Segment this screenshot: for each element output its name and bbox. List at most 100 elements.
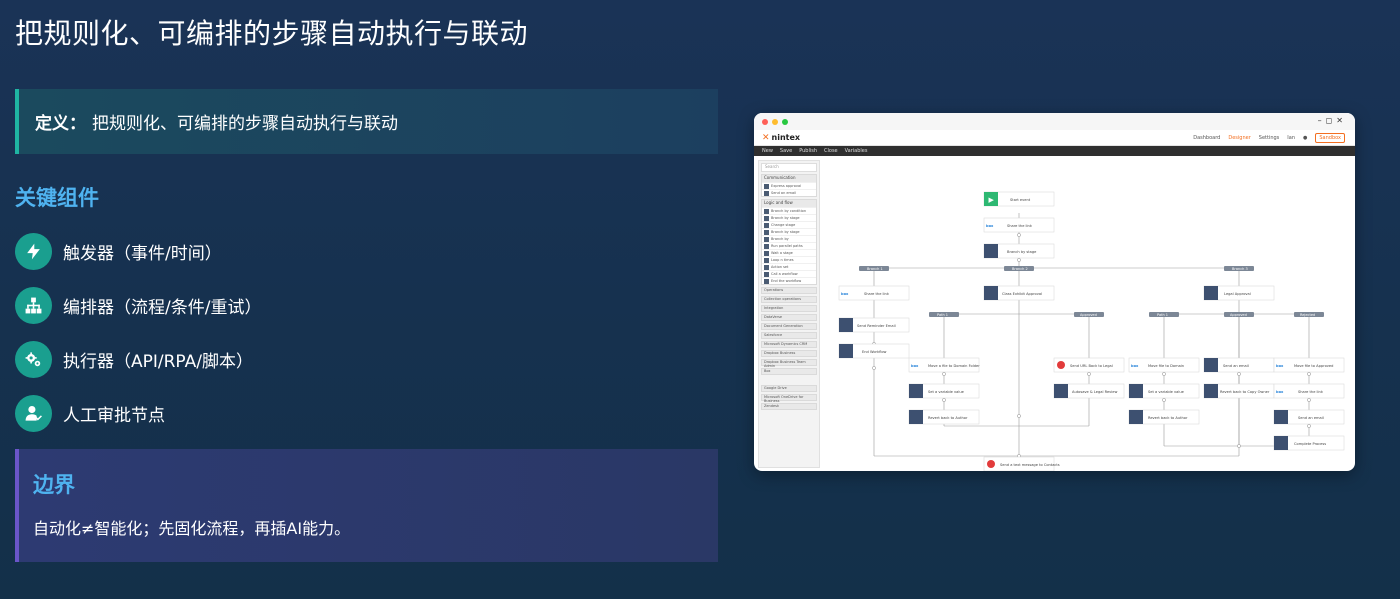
workflow-designer-window: –◻✕ ✕ nintex Dashboard Designer Settings … xyxy=(754,113,1355,471)
components-heading: 关键组件 xyxy=(15,186,99,210)
toolbox-category[interactable]: Document Generation xyxy=(761,323,817,330)
toolbox-category[interactable]: Dropbox Business xyxy=(761,350,817,357)
toolbox-category[interactable]: DataVerse xyxy=(761,314,817,321)
toolbox-action[interactable]: Action set xyxy=(762,263,816,270)
flow-node-label: Send a text message to Contacts xyxy=(1000,463,1060,467)
components-list: 触发器（事件/时间） 编排器（流程/条件/重试） 执行器（API/RPA/脚本）… xyxy=(15,224,261,440)
workflow-canvas[interactable]: Branch 1 Branch 2 Branch 3 Path 1 Approv… xyxy=(824,156,1355,471)
toolbox-group[interactable]: Logic and flow Branch by condition Branc… xyxy=(761,199,817,285)
component-item-executor: 执行器（API/RPA/脚本） xyxy=(15,332,261,386)
maximize-dot[interactable] xyxy=(782,118,788,125)
toolbox-action[interactable]: End the workflow xyxy=(762,277,816,284)
nav-settings[interactable]: Settings xyxy=(1259,135,1280,141)
boundary-text: 自动化≠智能化；先固化流程，再插AI能力。 xyxy=(33,519,351,538)
flow-node-label: Send Reminder Email xyxy=(857,324,896,328)
branch-badge: Branch 3 xyxy=(1232,267,1248,271)
close-dot[interactable] xyxy=(762,118,768,125)
flow-node-label: Revert back to Author xyxy=(928,416,968,420)
component-item-trigger: 触发器（事件/时间） xyxy=(15,224,261,278)
action-toolbox: Search Communication Express approval Se… xyxy=(758,160,820,468)
toolbar-variables[interactable]: Variables xyxy=(845,148,868,154)
component-item-approval: 人工审批节点 xyxy=(15,386,261,440)
flow-node-label: Move a file to Domain Folder xyxy=(928,364,980,368)
flow-node-label: Start event xyxy=(1010,198,1031,202)
toolbox-action[interactable]: Branch by xyxy=(762,235,816,242)
designer-body: Search Communication Express approval Se… xyxy=(754,156,1355,471)
sandbox-pill[interactable]: Sandbox xyxy=(1315,133,1345,143)
toolbox-search-input[interactable]: Search xyxy=(761,163,817,172)
toolbar-publish[interactable]: Publish xyxy=(799,148,817,154)
toolbox-action[interactable]: Run parallel paths xyxy=(762,242,816,249)
flow-node-label: Legal Approval xyxy=(1224,292,1251,296)
toolbox-group[interactable]: Communication Express approval Send an e… xyxy=(761,174,817,197)
play-icon: ▶ xyxy=(989,196,995,204)
user-check-icon xyxy=(15,394,52,432)
component-item-orchestrator: 编排器（流程/条件/重试） xyxy=(15,278,261,332)
definition-label: 定义： xyxy=(35,114,86,134)
app-logo: ✕ nintex xyxy=(762,132,801,143)
user-menu[interactable]: Ian xyxy=(1287,135,1295,141)
flow-node-label: Revert back to Author xyxy=(1148,416,1188,420)
box-icon: box xyxy=(841,292,849,296)
header-nav: Dashboard Designer Settings Ian ● Sandbo… xyxy=(1193,133,1345,143)
flow-node-label: Share the link xyxy=(1298,390,1324,394)
toolbox-group-header[interactable]: Communication xyxy=(762,175,816,182)
toolbox-group-header[interactable]: Logic and flow xyxy=(762,200,816,207)
toolbox-category[interactable]: Microsoft OneDrive for Business xyxy=(761,394,817,403)
nintex-logo-icon: ✕ xyxy=(762,132,770,143)
toolbox-category[interactable]: Zendesk xyxy=(761,403,817,410)
box-icon: box xyxy=(1276,390,1284,394)
branch-badge: Approved xyxy=(1230,313,1247,317)
toolbar-save[interactable]: Save xyxy=(780,148,792,154)
boundary-box: 边界 自动化≠智能化；先固化流程，再插AI能力。 xyxy=(15,449,718,562)
flow-node-label: Send URL Back to Legal xyxy=(1070,364,1113,368)
toolbox-category[interactable]: Microsoft Dynamics CRM xyxy=(761,341,817,348)
flow-node-label: Set a variable value xyxy=(928,390,965,394)
minimize-dot[interactable] xyxy=(772,118,778,125)
toolbox-category[interactable]: Operations xyxy=(761,287,817,294)
hierarchy-icon xyxy=(15,286,52,324)
toolbox-action[interactable]: Express approval xyxy=(762,182,816,189)
designer-toolbar: New Save Publish Close Variables xyxy=(754,146,1355,156)
branch-badge: Branch 1 xyxy=(867,267,883,271)
flow-node-label: End Workflow xyxy=(862,350,887,354)
toolbox-action[interactable]: Call a workflow xyxy=(762,270,816,277)
toolbox-action[interactable]: Change stage xyxy=(762,221,816,228)
toolbox-action[interactable]: Branch by stage xyxy=(762,228,816,235)
flow-node-label: Revert back to Copy Owner xyxy=(1220,390,1270,394)
flow-nodes[interactable]: ▶ Start event box Share the link Branch … xyxy=(838,191,1345,471)
nav-dashboard[interactable]: Dashboard xyxy=(1193,135,1220,141)
toolbox-action[interactable]: Branch by stage xyxy=(762,214,816,221)
branch-badge: Approved xyxy=(1080,313,1097,317)
toolbox-category[interactable]: Salesforce xyxy=(761,332,817,339)
toolbox-category[interactable]: Collection operations xyxy=(761,296,817,303)
flow-node-label: Share the link xyxy=(1007,224,1033,228)
window-controls[interactable]: –◻✕ xyxy=(1318,116,1347,125)
help-icon[interactable]: ● xyxy=(1303,135,1307,141)
flow-node-label: Send an email xyxy=(1223,364,1249,368)
component-label: 触发器（事件/时间） xyxy=(63,243,222,264)
toolbox-category[interactable]: Google Drive xyxy=(761,385,817,392)
window-titlebar: –◻✕ xyxy=(754,113,1355,130)
flow-node-label: Complete Process xyxy=(1294,442,1326,446)
toolbar-close[interactable]: Close xyxy=(824,148,838,154)
toolbox-action[interactable]: Branch by condition xyxy=(762,207,816,214)
toolbox-action[interactable]: Send an email xyxy=(762,189,816,196)
toolbox-category[interactable]: Dropbox Business Team Admin xyxy=(761,359,817,368)
branch-badge: Path 1 xyxy=(1157,313,1168,317)
lightning-icon xyxy=(15,232,52,270)
toolbar-new[interactable]: New xyxy=(762,148,773,154)
box-icon: box xyxy=(1131,364,1139,368)
flow-node-label: Autosave & Legal Review xyxy=(1072,390,1118,394)
flow-node-label: Send an email xyxy=(1298,416,1324,420)
toolbox-action[interactable]: Wait a stage xyxy=(762,249,816,256)
box-icon: box xyxy=(1276,364,1284,368)
toolbox-action[interactable]: Loop n times xyxy=(762,256,816,263)
toolbox-category[interactable]: Integration xyxy=(761,305,817,312)
flow-node-label: Share the link xyxy=(864,292,890,296)
nav-designer[interactable]: Designer xyxy=(1228,135,1250,141)
branch-badge: Path 1 xyxy=(937,313,948,317)
gears-icon xyxy=(15,340,52,378)
toolbox-category[interactable]: Box xyxy=(761,368,817,375)
boundary-heading: 边界 xyxy=(33,473,75,497)
